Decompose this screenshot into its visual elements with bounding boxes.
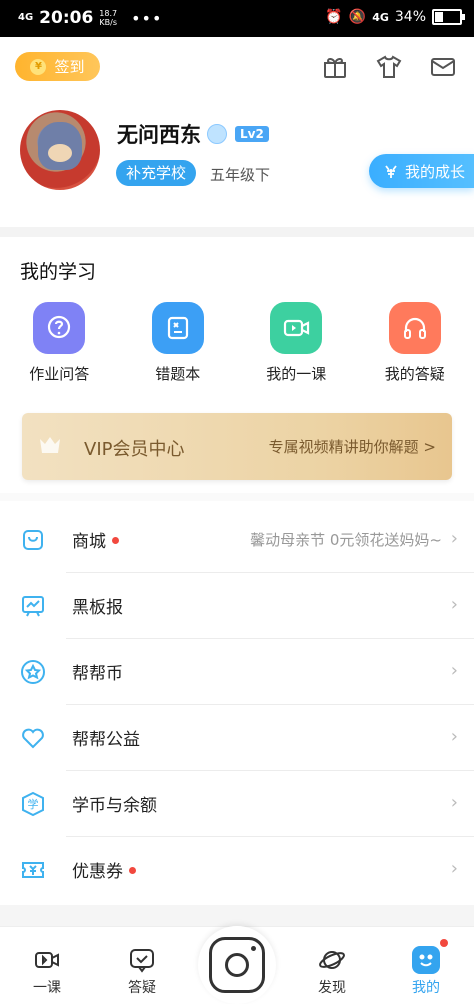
my-lesson-item[interactable]: 我的一课 bbox=[237, 302, 356, 384]
tab-discover[interactable]: 发现 bbox=[302, 943, 362, 997]
vip-subtitle: 专属视频精讲助你解题 > bbox=[269, 436, 436, 457]
chevron-right-icon: › bbox=[451, 528, 458, 549]
coupon-icon bbox=[20, 857, 46, 883]
medal-icon bbox=[207, 124, 227, 144]
section-divider bbox=[0, 905, 474, 926]
alarm-icon: ⏰ bbox=[325, 9, 342, 25]
new-dot bbox=[112, 537, 119, 544]
chevron-right-icon: › bbox=[451, 594, 458, 615]
clock: 20:06 bbox=[39, 8, 93, 28]
battery-percent: 34% bbox=[395, 9, 426, 25]
vip-center-banner[interactable]: VIP会员中心 专属视频精讲助你解题 > bbox=[22, 413, 452, 480]
level-badge: Lv2 bbox=[235, 126, 269, 142]
camera-search-button[interactable] bbox=[198, 926, 276, 1004]
homework-qa-item[interactable]: 作业问答 bbox=[0, 302, 119, 384]
heart-icon bbox=[20, 725, 46, 751]
notification-dot bbox=[440, 939, 448, 947]
vip-title: VIP会员中心 bbox=[84, 435, 184, 461]
menu-item-mall[interactable]: 商城 馨动母亲节 0元领花送妈妈~ › bbox=[0, 507, 474, 573]
menu-list: 商城 馨动母亲节 0元领花送妈妈~ › 黑板报 › 帮帮币 › 帮帮公益 › 学… bbox=[0, 507, 474, 903]
username-text: 无问西东 bbox=[117, 119, 201, 149]
signal-indicator: 4G bbox=[18, 13, 33, 23]
star-coin-icon bbox=[20, 659, 46, 685]
chevron-right-icon: › bbox=[451, 792, 458, 813]
header-actions bbox=[322, 54, 456, 80]
network-type: 4G bbox=[372, 11, 389, 24]
new-dot bbox=[129, 867, 136, 874]
add-school-button[interactable]: 补充学校 bbox=[116, 160, 196, 186]
checkin-button[interactable]: ¥ 签到 bbox=[15, 52, 100, 81]
grade-label[interactable]: 五年级下 bbox=[210, 164, 270, 185]
notebook-icon bbox=[152, 302, 204, 354]
chat-check-icon bbox=[128, 946, 156, 974]
tshirt-icon[interactable] bbox=[376, 54, 402, 80]
gift-icon[interactable] bbox=[322, 54, 348, 80]
tab-lesson[interactable]: 一课 bbox=[17, 943, 77, 997]
coin-icon: ¥ bbox=[30, 59, 46, 75]
mute-icon: 🔕 bbox=[349, 9, 366, 25]
mall-promo-text: 馨动母亲节 0元领花送妈妈~ bbox=[250, 529, 442, 550]
shopping-bag-icon bbox=[20, 527, 46, 553]
menu-item-coins[interactable]: 帮帮币 › bbox=[0, 639, 474, 705]
learning-grid: 作业问答 错题本 我的一课 我的答疑 bbox=[0, 302, 474, 384]
mail-icon[interactable] bbox=[430, 54, 456, 80]
avatar[interactable] bbox=[20, 110, 100, 190]
svg-text:学: 学 bbox=[28, 797, 39, 811]
chevron-right-icon: › bbox=[451, 726, 458, 747]
menu-item-balance[interactable]: 学 学币与余额 › bbox=[0, 771, 474, 837]
smiley-face-icon bbox=[412, 946, 440, 974]
blackboard-icon bbox=[20, 593, 46, 619]
growth-icon bbox=[383, 163, 399, 179]
network-speed: 18.7 KB/s bbox=[99, 9, 117, 27]
video-icon bbox=[33, 946, 61, 974]
menu-item-charity[interactable]: 帮帮公益 › bbox=[0, 705, 474, 771]
more-notifications-icon: ••• bbox=[131, 9, 162, 28]
learning-section-title: 我的学习 bbox=[20, 257, 96, 284]
username[interactable]: 无问西东 Lv2 bbox=[117, 119, 269, 149]
video-icon bbox=[270, 302, 322, 354]
camera-icon bbox=[209, 937, 265, 993]
my-growth-button[interactable]: 我的成长 bbox=[369, 154, 474, 188]
chevron-right-icon: › bbox=[451, 660, 458, 681]
chevron-right-icon: › bbox=[451, 858, 458, 879]
checkin-label: 签到 bbox=[54, 56, 84, 77]
status-bar: 4G 20:06 18.7 KB/s ••• ⏰ 🔕 4G 34% bbox=[0, 0, 474, 37]
mistake-book-item[interactable]: 错题本 bbox=[119, 302, 238, 384]
planet-icon bbox=[318, 946, 346, 974]
question-bubble-icon bbox=[33, 302, 85, 354]
section-divider bbox=[0, 493, 474, 501]
headphones-icon bbox=[389, 302, 441, 354]
hexagon-coin-icon: 学 bbox=[20, 791, 46, 817]
section-divider bbox=[0, 227, 474, 237]
menu-item-blackboard[interactable]: 黑板报 › bbox=[0, 573, 474, 639]
crown-icon bbox=[38, 435, 62, 455]
menu-item-coupons[interactable]: 优惠券 › bbox=[0, 837, 474, 903]
my-answers-item[interactable]: 我的答疑 bbox=[356, 302, 474, 384]
battery-icon bbox=[432, 9, 462, 25]
tab-answers[interactable]: 答疑 bbox=[112, 943, 172, 997]
tab-mine[interactable]: 我的 bbox=[396, 943, 456, 997]
